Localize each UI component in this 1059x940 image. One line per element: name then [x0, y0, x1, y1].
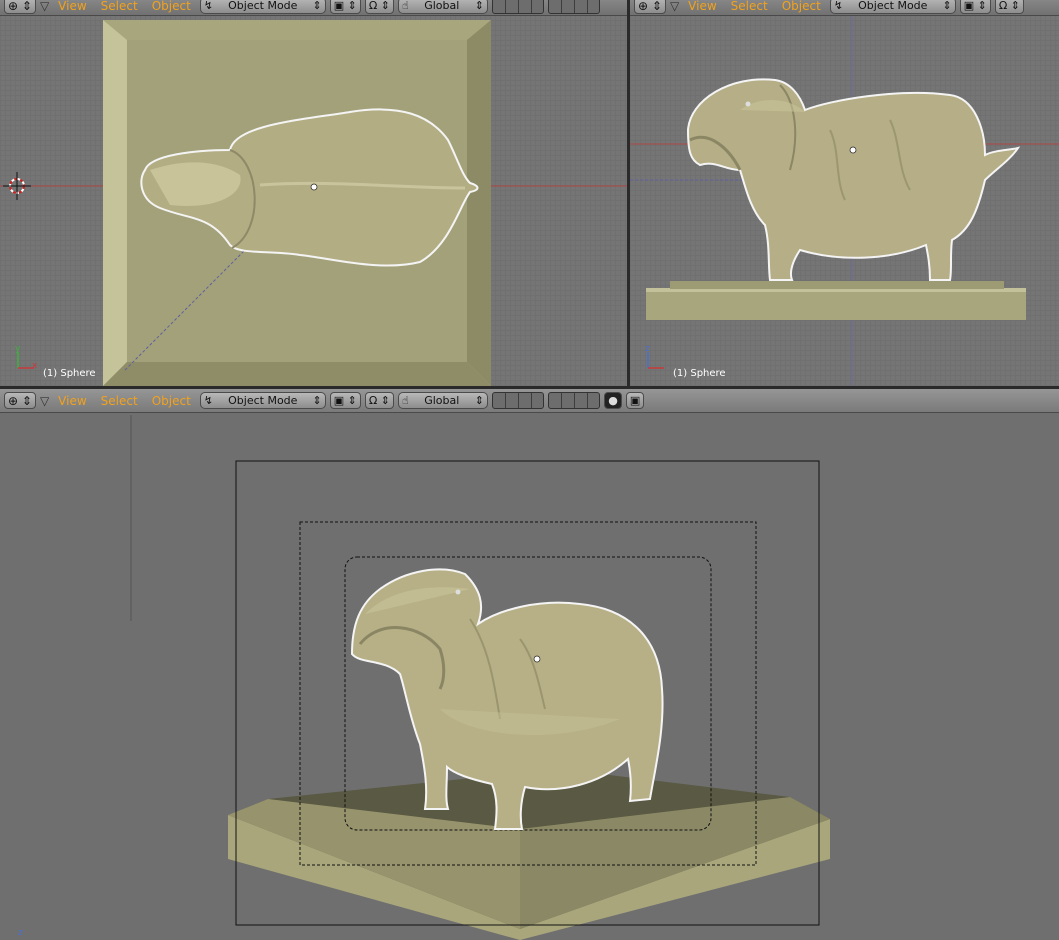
viewport-type-icon[interactable]: ⊕ ⇕ [634, 0, 666, 14]
3d-cursor-icon [3, 172, 31, 200]
pivot-icon[interactable]: Ω ⇕ [364, 392, 395, 409]
mode-select[interactable]: ↯ Object Mode ⇕ [199, 392, 326, 409]
viewport-type-icon[interactable]: ⊕ ⇕ [4, 0, 36, 14]
menu-collapse-icon[interactable]: ▽ [670, 0, 679, 12]
viewport-header: ⊕ ⇕ ▽ View Select Object ↯ Object Mode ⇕ ▣… [630, 0, 1059, 16]
pivot-icon[interactable]: Ω ⇕ [364, 0, 395, 14]
mode-select[interactable]: ↯ Object Mode ⇕ [829, 0, 956, 14]
shading-icon[interactable]: ▣ ⇕ [329, 392, 361, 409]
axis-z-label: z [18, 928, 23, 938]
menu-select[interactable]: Select [101, 0, 138, 13]
layer-grid-icon[interactable] [492, 0, 545, 14]
layer-grid-icon[interactable] [492, 392, 545, 409]
menu-object[interactable]: Object [152, 394, 191, 408]
object-label: (1) Sphere [43, 368, 96, 379]
axis-x-label: x [32, 361, 38, 371]
viewport-separator[interactable] [627, 0, 630, 386]
menu-select[interactable]: Select [731, 0, 768, 13]
pivot-icon[interactable]: Ω ⇕ [994, 0, 1025, 14]
layer-grid-icon[interactable] [548, 392, 601, 409]
menu-view[interactable]: View [58, 0, 86, 13]
orientation-select[interactable]: ☝ Global ⇕ [398, 0, 489, 14]
axis-z-label: z [645, 344, 650, 354]
shading-icon[interactable]: ▣ ⇕ [329, 0, 361, 14]
right-viewport[interactable]: z (1) Sphere ⊕ ⇕ ▽ View Select Object ↯ O… [630, 0, 1059, 386]
manipulator-icon: ☝ [402, 0, 409, 12]
mode-select[interactable]: ↯ Object Mode ⇕ [199, 0, 326, 14]
menu-view[interactable]: View [58, 394, 86, 408]
shading-icon[interactable]: ▣ ⇕ [959, 0, 991, 14]
object-label: (1) Sphere [673, 368, 726, 379]
mode-icon: ↯ [833, 0, 843, 12]
menu-view[interactable]: View [688, 0, 716, 13]
menu-object[interactable]: Object [782, 0, 821, 13]
render-icon[interactable]: ▣ [626, 392, 645, 409]
menu-object[interactable]: Object [152, 0, 191, 13]
menu-collapse-icon[interactable]: ▽ [40, 0, 49, 12]
menu-select[interactable]: Select [101, 394, 138, 408]
viewport-header: ⊕ ⇕ ▽ View Select Object ↯ Object Mode ⇕ ▣… [0, 389, 1059, 413]
orientation-select[interactable]: ☝ Global ⇕ [398, 392, 489, 409]
side-view-scene [630, 0, 1059, 386]
camera-view-scene [130, 415, 830, 940]
top-viewport[interactable]: y x (1) Sphere ⊕ ⇕ ▽ View Select Object … [0, 0, 627, 386]
mode-icon: ↯ [203, 0, 213, 12]
viewport-header: ⊕ ⇕ ▽ View Select Object ↯ Object Mode ⇕ ▣… [0, 0, 627, 16]
camera-viewport[interactable]: z ⊕ ⇕ ▽ View Select Object ↯ Object Mode ⇕… [0, 389, 1059, 940]
mode-icon: ↯ [203, 394, 213, 407]
layer-grid-icon[interactable] [548, 0, 601, 14]
menu-collapse-icon[interactable]: ▽ [40, 395, 49, 407]
top-view-scene [0, 20, 627, 386]
manipulator-icon: ☝ [402, 394, 409, 407]
lock-icon[interactable]: ● [604, 392, 623, 409]
viewport-type-icon[interactable]: ⊕ ⇕ [4, 392, 36, 409]
axis-y-label: y [15, 344, 21, 354]
